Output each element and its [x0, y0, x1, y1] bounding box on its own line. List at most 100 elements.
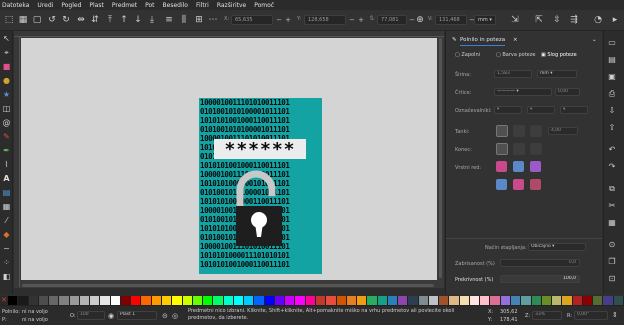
palette-swatch[interactable] — [8, 296, 19, 305]
blur-slider[interactable]: 0,0 — [500, 259, 580, 267]
palette-swatch[interactable] — [521, 296, 532, 305]
menu-help[interactable]: Pomoč — [254, 2, 274, 9]
palette-swatch[interactable] — [38, 296, 50, 305]
stroke-width-field[interactable]: 1,583 — [494, 70, 532, 78]
close-panel-icon[interactable]: × — [513, 35, 518, 46]
fill-tab[interactable]: ▢ Zapolni — [455, 50, 480, 60]
palette-swatch[interactable] — [469, 296, 481, 305]
palette-swatch[interactable] — [28, 296, 39, 305]
mid-marker-select[interactable]: ▾ — [527, 106, 555, 114]
palette-swatch[interactable] — [182, 296, 193, 305]
gradient-tool-icon[interactable]: ▤ — [2, 188, 11, 197]
flip-horizontal-icon[interactable]: ⇹ — [75, 14, 87, 26]
palette-swatch[interactable] — [213, 296, 224, 305]
order-option[interactable] — [513, 161, 524, 172]
select-all-icon[interactable]: ⬚ — [3, 14, 15, 26]
round-join-button[interactable] — [513, 125, 525, 137]
palette-swatch[interactable] — [244, 296, 255, 305]
order-option[interactable] — [496, 179, 507, 190]
palette-swatch[interactable] — [100, 296, 111, 305]
print-icon[interactable]: ⎙ — [606, 89, 618, 99]
palette-swatch[interactable] — [233, 296, 245, 305]
palette-swatch[interactable] — [459, 296, 470, 305]
paste-icon[interactable]: ▦ — [606, 218, 618, 228]
import-icon[interactable]: ⇩ — [606, 106, 618, 116]
palette-swatch[interactable] — [500, 296, 512, 305]
raise-icon[interactable]: ↑ — [118, 14, 130, 26]
zoom-field[interactable]: 33% — [532, 311, 562, 320]
menu-view[interactable]: Pogled — [61, 2, 81, 9]
copy-icon[interactable]: ⧉ — [606, 184, 618, 194]
palette-swatch[interactable] — [131, 296, 142, 305]
spray-tool-icon[interactable]: ⁘ — [2, 258, 11, 267]
palette-swatch[interactable] — [223, 296, 234, 305]
menu-filters[interactable]: Filtri — [196, 2, 209, 9]
palette-swatch[interactable] — [613, 296, 624, 305]
palette-swatch[interactable] — [439, 296, 450, 305]
palette-swatch[interactable] — [346, 296, 358, 305]
palette-swatch[interactable] — [449, 296, 460, 305]
rotation-step-icon[interactable]: ⇕ — [612, 311, 618, 319]
order-option[interactable] — [513, 179, 524, 190]
palette-swatch[interactable] — [141, 296, 152, 305]
commands-menu-icon[interactable]: ▸ — [609, 14, 621, 26]
palette-swatch[interactable] — [511, 296, 522, 305]
lower-icon[interactable]: ↓ — [132, 14, 144, 26]
palette-swatch[interactable] — [285, 296, 296, 305]
transform-pattern-icon[interactable]: ⇶ — [568, 14, 580, 26]
panel-menu-icon[interactable]: ⌄ — [592, 35, 597, 46]
select-all-layers-icon[interactable]: ▦ — [17, 14, 29, 26]
palette-swatch[interactable] — [490, 296, 501, 305]
palette-swatch[interactable] — [192, 296, 204, 305]
height-field[interactable]: 131,468 — [435, 15, 467, 25]
node-tool-icon[interactable]: ⌖ — [2, 48, 11, 57]
calligraphy-tool-icon[interactable]: ⌇ — [2, 160, 11, 169]
palette-swatch[interactable] — [110, 296, 121, 305]
round-cap-button[interactable] — [513, 143, 525, 155]
butt-cap-button[interactable] — [496, 143, 508, 155]
width-field[interactable]: 77,081 — [377, 15, 407, 25]
miter-limit-field[interactable]: 4,00 — [548, 127, 578, 135]
paint-bucket-icon[interactable]: ◆ — [2, 230, 11, 239]
lower-to-bottom-icon[interactable]: ⤓ — [146, 14, 158, 26]
palette-swatch[interactable] — [49, 296, 60, 305]
snap-toggle-icon[interactable]: ◔ — [592, 14, 604, 26]
layer-select[interactable]: Plast 1 — [117, 311, 157, 320]
square-cap-button[interactable] — [530, 143, 542, 155]
menu-file[interactable]: Datoteka — [2, 2, 29, 9]
x-field[interactable]: 65,635 — [231, 15, 273, 25]
palette-swatch[interactable] — [254, 296, 265, 305]
layer-visibility-icon[interactable]: ◉ — [108, 312, 114, 320]
palette-swatch[interactable] — [541, 296, 553, 305]
distribute-icon[interactable]: ⫼ — [178, 14, 190, 26]
dash-pattern-select[interactable]: ———— ▾ — [494, 88, 552, 96]
palette-swatch[interactable] — [572, 296, 583, 305]
raise-to-top-icon[interactable]: ⤒ — [104, 14, 116, 26]
zoom-icon[interactable]: ⊙ — [606, 240, 618, 250]
eraser-tool-icon[interactable]: ◧ — [2, 272, 11, 281]
palette-swatch[interactable] — [562, 296, 573, 305]
palette-swatch[interactable] — [357, 296, 368, 305]
menu-object[interactable]: Predmet — [112, 2, 137, 9]
rotate-cw-icon[interactable]: ↻ — [60, 14, 72, 26]
palette-swatch[interactable] — [367, 296, 378, 305]
dropper-tool-icon[interactable]: ⁄ — [2, 216, 11, 225]
unit-select[interactable]: mm ▾ — [474, 15, 496, 25]
menu-text[interactable]: Besedilo — [163, 2, 188, 9]
padlock-icon[interactable] — [230, 168, 286, 250]
menu-path[interactable]: Pot — [145, 2, 154, 9]
miter-join-button[interactable] — [530, 125, 542, 137]
save-icon[interactable]: ▣ — [606, 72, 618, 82]
palette-swatch[interactable] — [326, 296, 337, 305]
palette-swatch[interactable] — [387, 296, 399, 305]
transform-icon[interactable]: ⊞ — [193, 14, 205, 26]
palette-swatch[interactable] — [18, 296, 29, 305]
stroke-unit-select[interactable]: mm ▾ — [537, 70, 577, 78]
more-icon[interactable]: ⋯ — [207, 14, 219, 26]
text-tool-icon[interactable]: A — [2, 174, 11, 183]
start-marker-select[interactable]: ▾ — [494, 106, 522, 114]
palette-swatch[interactable] — [428, 296, 440, 305]
order-option[interactable] — [530, 161, 541, 172]
lock-ratio-icon[interactable]: ⊕ — [414, 14, 426, 26]
palette-swatch[interactable] — [274, 296, 286, 305]
